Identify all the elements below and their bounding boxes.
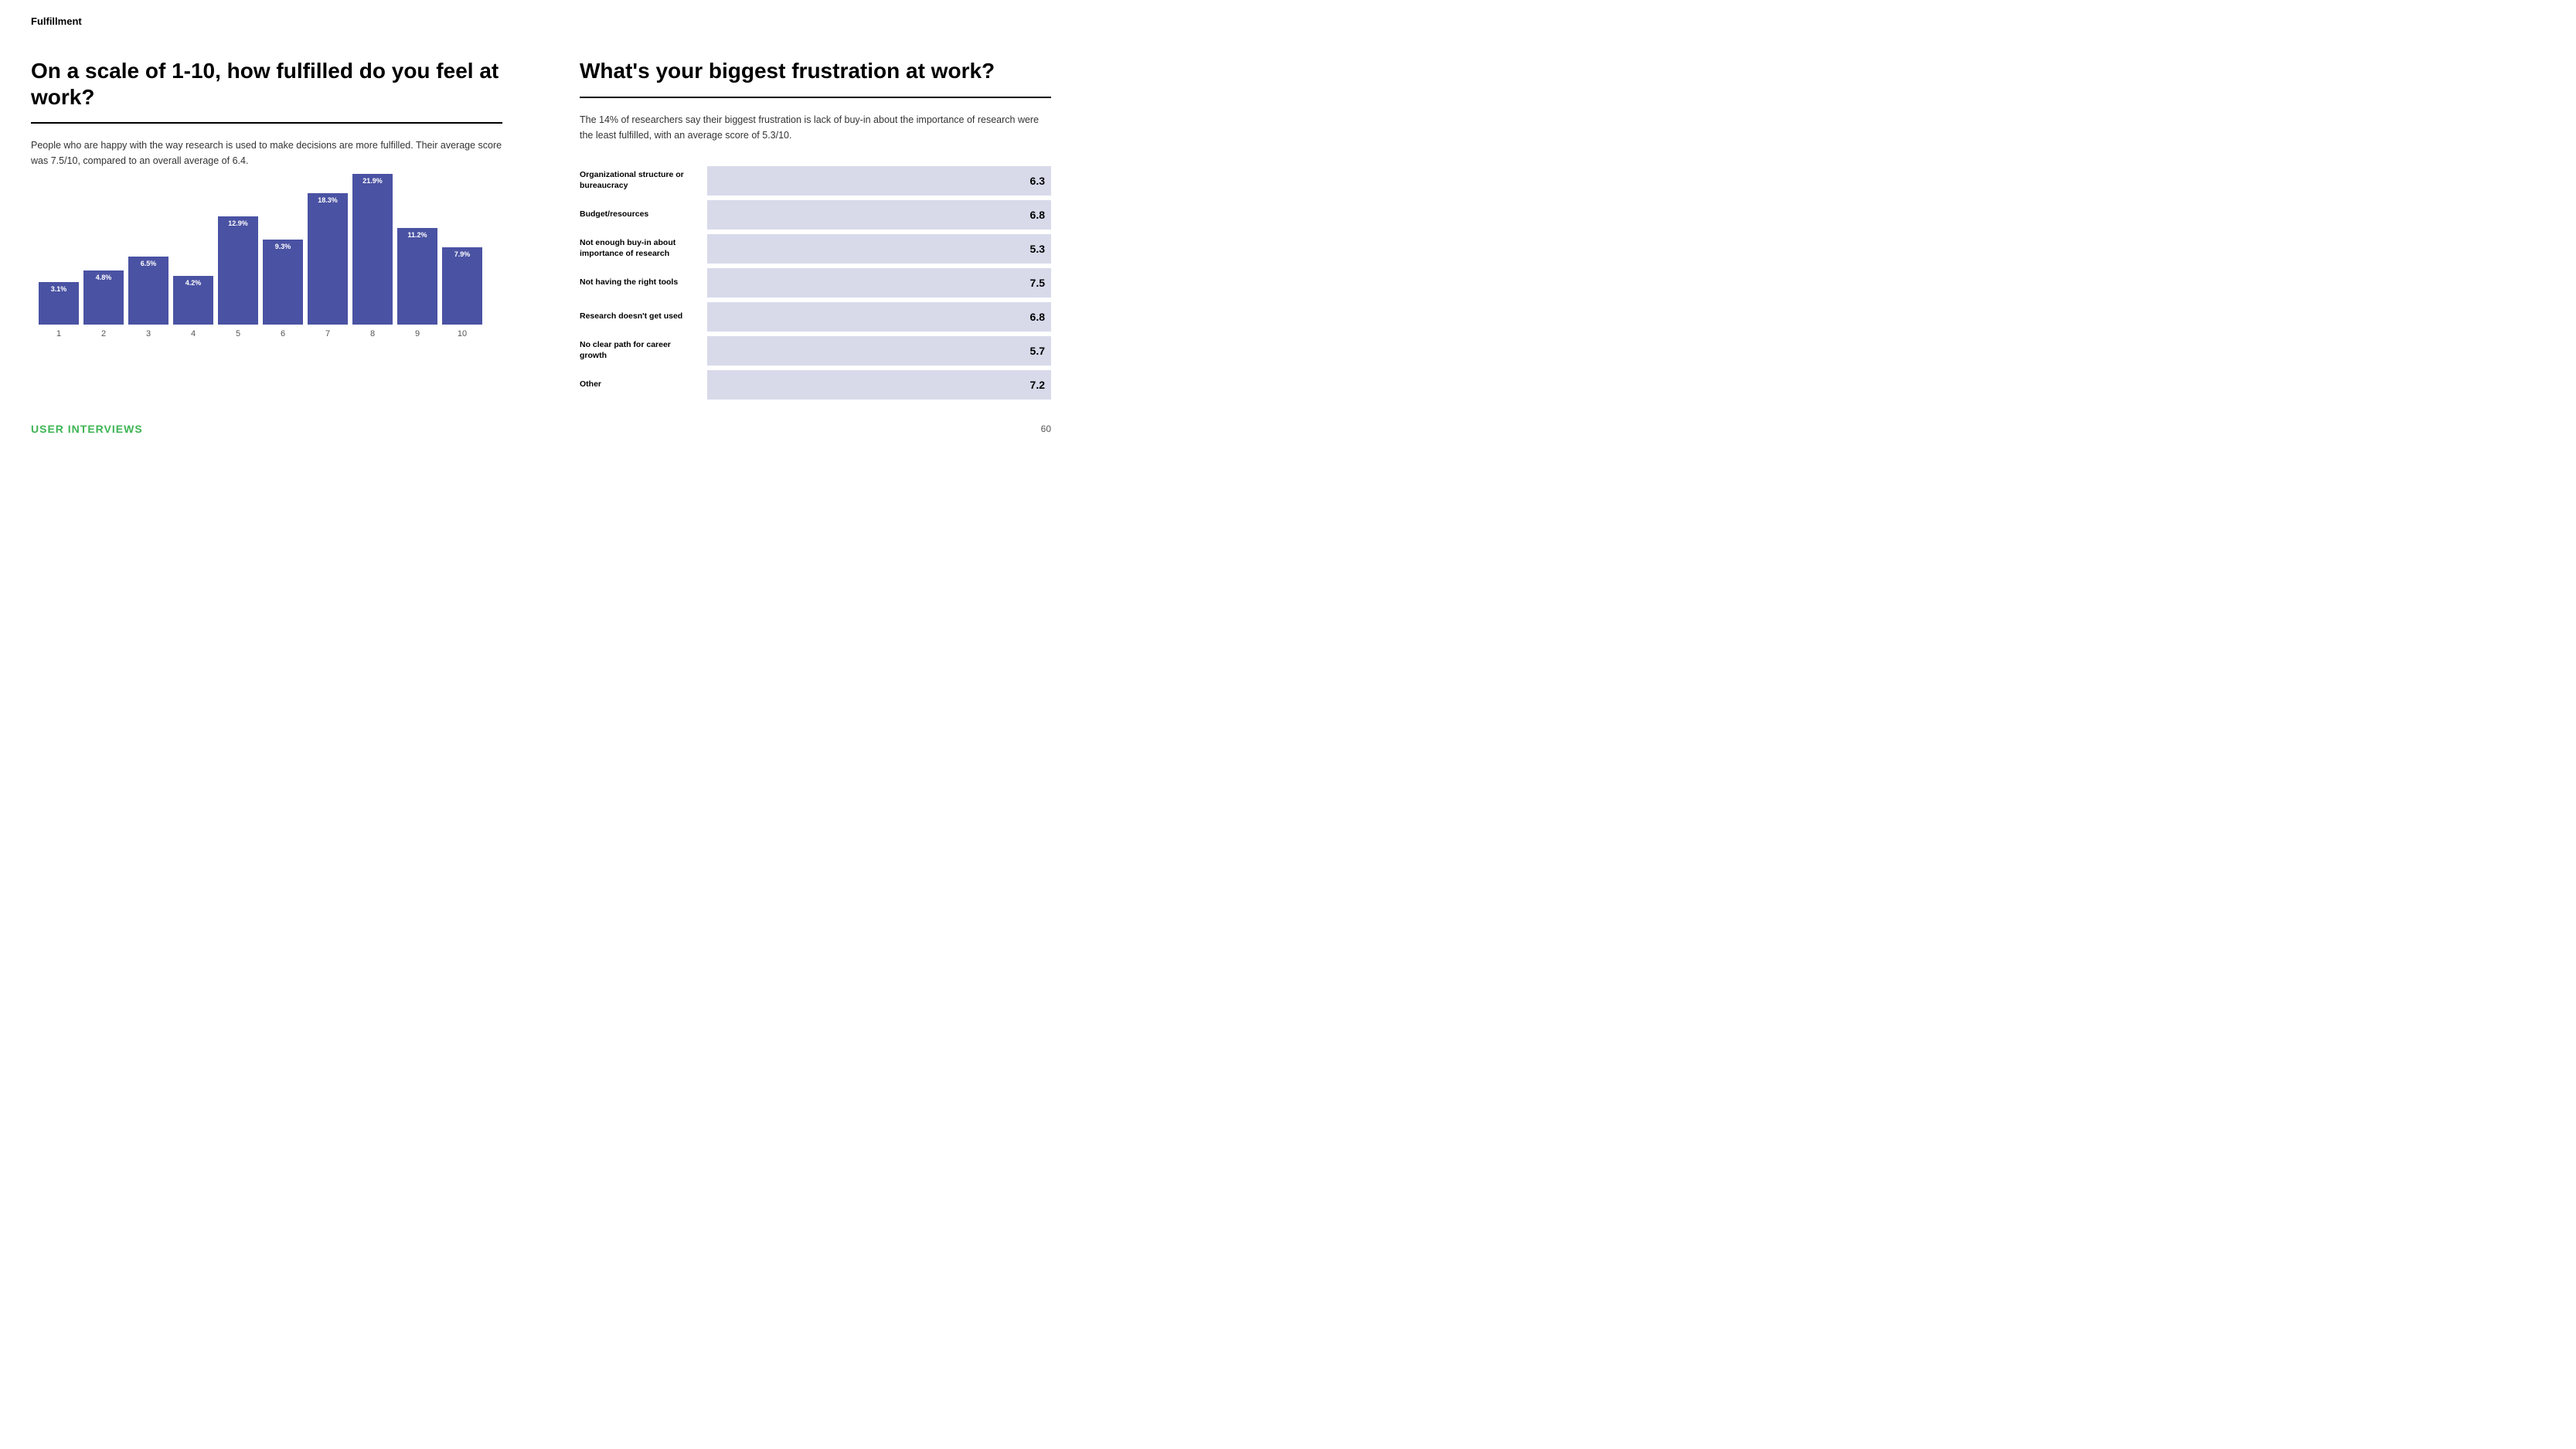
h-bar-row: Research doesn't get used 6.8	[580, 302, 1051, 332]
bar: 18.3%	[308, 193, 348, 325]
bar-percentage-label: 18.3%	[318, 196, 338, 204]
h-bar-label: Research doesn't get used	[580, 311, 699, 322]
bar-percentage-label: 9.3%	[275, 243, 291, 250]
h-bar-row: Other 7.2	[580, 370, 1051, 400]
h-bar-track: 6.8	[707, 302, 1051, 332]
bar-x-axis-label: 1	[56, 329, 61, 338]
h-bar-track: 7.2	[707, 370, 1051, 400]
bar-x-axis-label: 7	[325, 329, 330, 338]
bar-percentage-label: 7.9%	[454, 250, 471, 258]
bar-group: 21.9% 8	[352, 174, 393, 338]
bar: 11.2%	[397, 228, 437, 325]
bar-group: 7.9% 10	[442, 247, 482, 338]
bar-percentage-label: 4.8%	[96, 274, 112, 281]
h-bar-track: 6.8	[707, 200, 1051, 230]
h-bar-track: 5.3	[707, 234, 1051, 264]
h-bar-row: Not enough buy-in about importance of re…	[580, 234, 1051, 264]
bar-x-axis-label: 6	[281, 329, 285, 338]
h-bar-value: 5.7	[1030, 345, 1045, 357]
fulfillment-bar-chart: 3.1%14.8%26.5%34.2%412.9%59.3%618.3%721.…	[39, 192, 502, 362]
left-description: People who are happy with the way resear…	[31, 138, 502, 168]
bar-percentage-label: 3.1%	[51, 285, 67, 293]
right-title: What's your biggest frustration at work?	[580, 58, 1051, 84]
bar-group: 11.2% 9	[397, 228, 437, 338]
bar: 7.9%	[442, 247, 482, 325]
h-bar-row: No clear path for career growth 5.7	[580, 336, 1051, 366]
left-title: On a scale of 1-10, how fulfilled do you…	[31, 58, 502, 110]
bar-group: 12.9% 5	[218, 216, 258, 338]
bar-x-axis-label: 2	[101, 329, 106, 338]
right-section: What's your biggest frustration at work?…	[564, 58, 1051, 400]
h-bar-label: Not enough buy-in about importance of re…	[580, 238, 699, 259]
footer: USER INTERVIEWS 60	[31, 423, 1051, 435]
h-bar-value: 7.2	[1030, 379, 1045, 391]
bar-group: 6.5% 3	[128, 257, 168, 338]
h-bar-value: 6.8	[1030, 209, 1045, 221]
bar: 6.5%	[128, 257, 168, 325]
right-description: The 14% of researchers say their biggest…	[580, 112, 1051, 143]
page-label: Fulfillment	[31, 15, 1051, 27]
bar-x-axis-label: 9	[415, 329, 420, 338]
bar-group: 4.2% 4	[173, 276, 213, 338]
h-bar-row: Organizational structure or bureaucracy 6…	[580, 166, 1051, 196]
h-bar-row: Budget/resources 6.8	[580, 200, 1051, 230]
h-bar-value: 7.5	[1030, 277, 1045, 289]
bar: 4.8%	[83, 270, 124, 325]
bar-group: 4.8% 2	[83, 270, 124, 338]
frustration-bar-chart: Organizational structure or bureaucracy 6…	[580, 166, 1051, 400]
bar-group: 18.3% 7	[308, 193, 348, 338]
h-bar-value: 5.3	[1030, 243, 1045, 255]
brand-label: USER INTERVIEWS	[31, 423, 143, 435]
bar: 3.1%	[39, 282, 79, 325]
bar-x-axis-label: 4	[191, 329, 196, 338]
h-bar-value: 6.3	[1030, 175, 1045, 187]
h-bar-label: Budget/resources	[580, 209, 699, 220]
h-bar-label: Organizational structure or bureaucracy	[580, 170, 699, 191]
bar-x-axis-label: 5	[236, 329, 240, 338]
h-bar-row: Not having the right tools 7.5	[580, 268, 1051, 298]
h-bar-track: 7.5	[707, 268, 1051, 298]
bar-percentage-label: 21.9%	[362, 177, 383, 185]
bar-x-axis-label: 3	[146, 329, 151, 338]
bar-percentage-label: 4.2%	[185, 279, 202, 287]
bar-percentage-label: 11.2%	[407, 231, 427, 239]
bar-group: 3.1% 1	[39, 282, 79, 338]
h-bar-label: No clear path for career growth	[580, 340, 699, 361]
bar: 4.2%	[173, 276, 213, 325]
bar: 12.9%	[218, 216, 258, 325]
bar-percentage-label: 12.9%	[228, 219, 248, 227]
bar-x-axis-label: 8	[370, 329, 375, 338]
h-bar-value: 6.8	[1030, 311, 1045, 323]
bar-group: 9.3% 6	[263, 240, 303, 338]
left-section: On a scale of 1-10, how fulfilled do you…	[31, 58, 518, 400]
left-divider	[31, 122, 502, 124]
bar: 21.9%	[352, 174, 393, 325]
h-bar-track: 6.3	[707, 166, 1051, 196]
h-bar-label: Other	[580, 379, 699, 390]
right-divider	[580, 97, 1051, 98]
h-bar-track: 5.7	[707, 336, 1051, 366]
bar: 9.3%	[263, 240, 303, 325]
h-bar-label: Not having the right tools	[580, 277, 699, 288]
bar-x-axis-label: 10	[458, 329, 467, 338]
page-number: 60	[1041, 423, 1051, 434]
bar-percentage-label: 6.5%	[141, 260, 157, 267]
